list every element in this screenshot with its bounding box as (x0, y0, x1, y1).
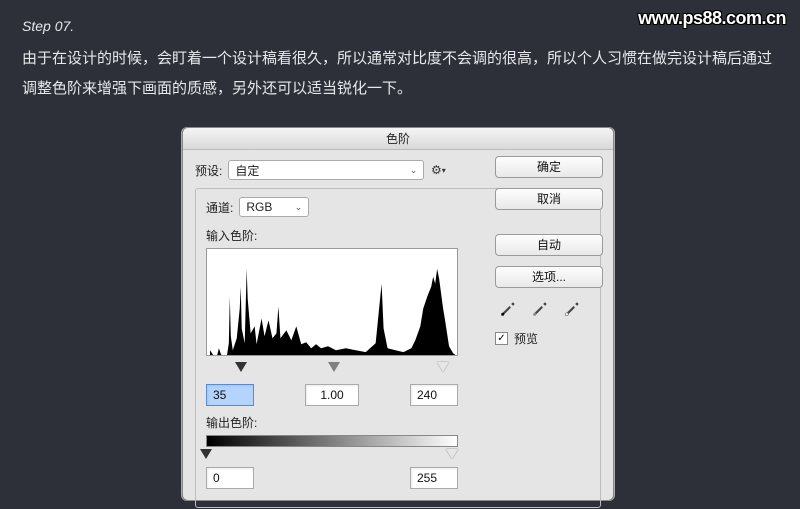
eyedropper-gray-icon[interactable] (529, 298, 551, 320)
cancel-button[interactable]: 取消 (495, 188, 603, 210)
channel-value: RGB (246, 200, 272, 214)
channel-label: 通道: (206, 199, 233, 216)
preview-checkbox[interactable]: ✓ (495, 332, 508, 345)
chevron-down-icon: ⌄ (295, 202, 303, 213)
preset-value: 自定 (235, 162, 259, 179)
ok-button[interactable]: 确定 (495, 156, 603, 178)
output-white-field[interactable]: 255 (410, 467, 458, 489)
white-point-handle[interactable] (437, 362, 449, 372)
output-black-field[interactable]: 0 (206, 467, 254, 489)
histogram-svg (207, 249, 457, 356)
output-values-row: 0 255 (206, 467, 458, 489)
options-button[interactable]: 选项... (495, 266, 603, 288)
eyedropper-white-icon[interactable] (561, 298, 583, 320)
auto-button[interactable]: 自动 (495, 234, 603, 256)
input-white-field[interactable]: 240 (410, 384, 458, 406)
preset-label: 预设: (195, 162, 222, 179)
preview-row: ✓ 预览 (495, 330, 603, 347)
histogram (206, 248, 458, 356)
preset-select[interactable]: 自定 ⌄ (228, 160, 424, 180)
gear-icon[interactable]: ⚙▾ (430, 162, 446, 178)
output-white-handle[interactable] (446, 449, 458, 459)
input-black-field[interactable]: 35 (206, 384, 254, 406)
preview-label: 预览 (514, 330, 538, 347)
output-black-handle[interactable] (200, 449, 212, 459)
watermark: www.ps88.com.cn (638, 8, 786, 29)
channel-select[interactable]: RGB ⌄ (239, 197, 309, 217)
chevron-down-icon: ⌄ (410, 165, 418, 176)
output-gradient (206, 435, 458, 447)
tutorial-description: 由于在设计的时候，会盯着一个设计稿看很久，所以通常对比度不会调的很高，所以个人习… (22, 44, 778, 104)
eyedropper-row (497, 298, 603, 320)
dialog-title: 色阶 (183, 128, 613, 150)
step-label: Step 07. (22, 18, 74, 34)
output-slider[interactable] (206, 449, 458, 461)
input-slider[interactable] (206, 362, 458, 376)
input-gamma-field[interactable]: 1.00 (305, 384, 359, 406)
black-point-handle[interactable] (235, 362, 247, 372)
input-values-row: 35 1.00 240 (206, 384, 458, 406)
dialog-right-column: 确定 取消 自动 选项... ✓ 预览 (495, 156, 603, 347)
output-levels-label: 输出色阶: (206, 414, 590, 431)
eyedropper-black-icon[interactable] (497, 298, 519, 320)
dialog-body: 预设: 自定 ⌄ ⚙▾ 通道: RGB ⌄ 输入色阶: (183, 150, 613, 500)
levels-dialog: 色阶 预设: 自定 ⌄ ⚙▾ 通道: RGB ⌄ 输入色阶: (182, 127, 614, 501)
midtone-handle[interactable] (328, 362, 340, 372)
